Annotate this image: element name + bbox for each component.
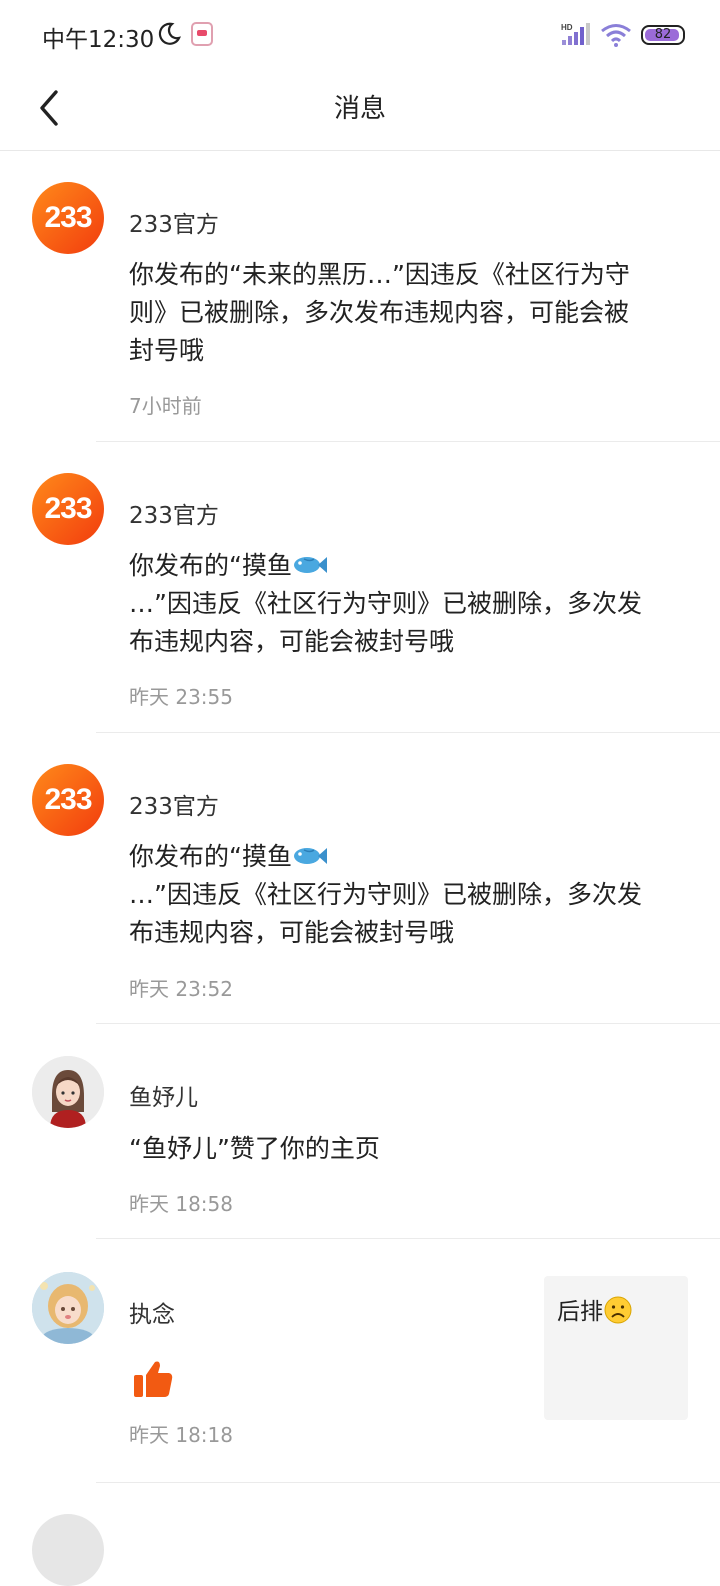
status-bar: 中午12:30 HD 82	[0, 0, 720, 70]
avatar[interactable]	[32, 1272, 104, 1344]
message-content-rest: …”因违反《社区行为守则》已被删除，多次发布违规内容，可能会被封号哦	[129, 880, 642, 947]
message-time: 昨天 18:58	[129, 1192, 233, 1216]
quoted-comment-preview[interactable]: 后排	[544, 1276, 688, 1420]
signal-icon: HD	[561, 23, 590, 45]
message-content: “鱼妤儿”赞了你的主页	[129, 1134, 380, 1163]
fish-icon	[293, 557, 327, 573]
battery-indicator: 82	[641, 25, 685, 45]
message-time: 昨天 23:52	[129, 977, 233, 1001]
fish-icon	[293, 848, 327, 864]
avatar-logo-text: 233	[44, 783, 92, 816]
user-avatar-illustration	[32, 1056, 104, 1128]
sender-name[interactable]: 鱼妤儿	[129, 1078, 198, 1112]
user-avatar-illustration	[32, 1272, 104, 1344]
avatar-logo-text: 233	[44, 201, 92, 234]
message-content: 你发布的“摸鱼 …”因违反《社区行为守则》已被删除，多次发布违规内容，可能会被封…	[129, 547, 649, 661]
status-time: 中午12:30	[42, 27, 155, 53]
avatar[interactable]: 233	[32, 764, 104, 836]
avatar[interactable]: 233	[32, 182, 104, 254]
avatar-logo-text: 233	[44, 492, 92, 525]
page-title: 消息	[333, 94, 386, 124]
message-content-rest: …”因违反《社区行为守则》已被删除，多次发布违规内容，可能会被封号哦	[129, 589, 642, 656]
moon-icon	[158, 22, 181, 45]
message-item[interactable]: 233 233官方 你发布的“摸鱼 …”因违反《社区行为守则》已被删除，多次发布…	[0, 733, 720, 1024]
message-content-line1: 你发布的“摸鱼	[129, 842, 292, 871]
message-item[interactable]	[0, 1483, 720, 1586]
network-type-label: HD	[561, 23, 573, 32]
message-content: 你发布的“未来的黑历…”因违反《社区行为守则》已被删除，多次发布违规内容，可能会…	[129, 260, 630, 365]
message-item[interactable]: 233 233官方 你发布的“摸鱼 …”因违反《社区行为守则》已被删除，多次发布…	[0, 442, 720, 733]
message-time: 7小时前	[129, 394, 202, 418]
avatar[interactable]: 233	[32, 473, 104, 545]
battery-level: 82	[654, 27, 672, 42]
header: 消息	[0, 70, 720, 151]
wifi-icon	[601, 24, 631, 47]
frown-icon	[604, 1296, 632, 1324]
quoted-comment-text: 后排	[557, 1292, 633, 1326]
message-content: 你发布的“摸鱼 …”因违反《社区行为守则》已被删除，多次发布违规内容，可能会被封…	[129, 838, 649, 952]
message-list: 233 233官方 你发布的“未来的黑历…”因违反《社区行为守则》已被删除，多次…	[0, 151, 720, 1586]
app-notification-icon	[191, 22, 213, 46]
message-time: 昨天 23:55	[129, 685, 233, 709]
thumbs-up-icon	[134, 1361, 173, 1397]
quoted-comment-label: 后排	[557, 1299, 603, 1325]
message-item[interactable]: 233 233官方 你发布的“未来的黑历…”因违反《社区行为守则》已被删除，多次…	[0, 151, 720, 442]
sender-name[interactable]: 执念	[129, 1295, 175, 1329]
avatar[interactable]	[32, 1514, 104, 1586]
message-content-line1: 你发布的“摸鱼	[129, 551, 292, 580]
sender-name[interactable]: 233官方	[129, 205, 219, 239]
sender-name[interactable]: 233官方	[129, 496, 219, 530]
message-time: 昨天 18:18	[129, 1423, 233, 1447]
message-item[interactable]: 执念 昨天 18:18 后排	[0, 1239, 720, 1483]
sender-name[interactable]: 233官方	[129, 787, 219, 821]
avatar[interactable]	[32, 1056, 104, 1128]
message-item[interactable]: 鱼妤儿 “鱼妤儿”赞了你的主页 昨天 18:58	[0, 1024, 720, 1239]
